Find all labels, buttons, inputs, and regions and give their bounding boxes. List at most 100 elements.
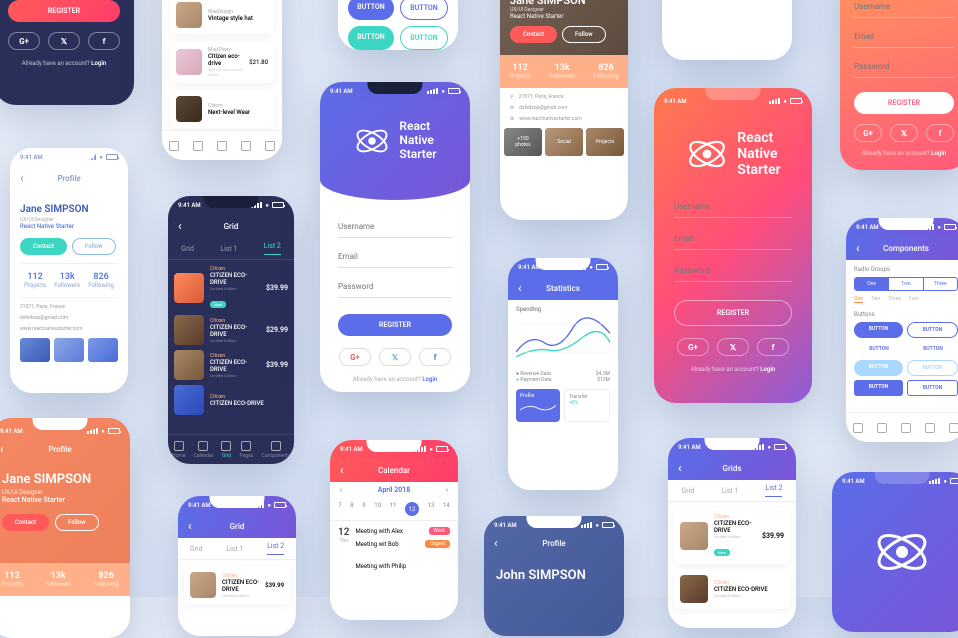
register-button[interactable]: REGISTER [674, 300, 792, 326]
button-teal-outline[interactable]: BUTTON [400, 26, 448, 50]
google-icon[interactable]: G+ [339, 348, 371, 366]
email-field[interactable] [338, 246, 452, 268]
profile-light-phone: 9:41 AM● Profile Jane SIMPSON UX/UI Desi… [10, 148, 128, 393]
email-field[interactable] [674, 228, 792, 250]
facebook-icon[interactable]: f [88, 32, 120, 50]
username-field[interactable] [674, 196, 792, 218]
follow-button[interactable]: Follow [55, 514, 99, 531]
register-gradient-phone: 9:41 AM● React Native Starter REGISTER G… [654, 88, 812, 403]
list-phone: WaeDesignVintage style hat Mad PerryCiti… [162, 0, 282, 160]
grid-item[interactable]: CitizenCITIZEN ECO-DRIVELimited Edition [674, 569, 790, 609]
password-field[interactable] [338, 276, 452, 298]
grid-tabs[interactable]: GridList 1List 2 [668, 480, 796, 502]
contact-button[interactable]: Contact [510, 26, 557, 43]
social-row: G+ 𝕏 f [854, 124, 954, 142]
radio-group-2[interactable]: OneTwoThreeFour [854, 296, 958, 303]
email-field[interactable] [854, 26, 954, 48]
register-button[interactable]: REGISTER [8, 0, 120, 22]
follow-button[interactable]: Follow [72, 238, 116, 255]
profile-name: Jane SIMPSON [2, 472, 118, 487]
login-prompt: Already have an account? Login [854, 150, 954, 157]
stat-tab[interactable]: Transfer+8% [564, 389, 610, 422]
logo-blue-phone: 9:41 AM● [832, 472, 958, 632]
username-field[interactable] [338, 216, 452, 238]
google-icon[interactable]: G+ [854, 124, 882, 142]
grid-item[interactable]: CitizenCITIZEN ECO-DRIVELimited EditionN… [674, 508, 790, 564]
facebook-icon[interactable]: f [757, 338, 789, 356]
event-item[interactable]: Meeting wit BobUrgent [355, 540, 450, 548]
twitter-icon[interactable]: 𝕏 [48, 32, 80, 50]
stats-row: 112Projects 13kFollowers 826Following [0, 563, 130, 596]
twitter-icon[interactable]: 𝕏 [717, 338, 749, 356]
chart-icon [516, 313, 610, 363]
google-icon[interactable]: G+ [677, 338, 709, 356]
components-header: Components [846, 236, 958, 260]
contact-button[interactable]: Contact [20, 238, 67, 255]
grid-item[interactable]: CitizenCITIZEN ECO-DRIVELimited Edition$… [174, 350, 288, 380]
login-prompt: Already have an account? Login [338, 376, 452, 383]
grid-tabs[interactable]: GridList 1List 2 [178, 538, 296, 560]
grids-header: Grids [668, 456, 796, 480]
button-teal[interactable]: BUTTON [348, 26, 394, 50]
calendar-phone: 9:41 AM● Calendar ‹April 2018› 7891011 1… [330, 440, 458, 620]
username-field[interactable] [854, 0, 954, 18]
grid-item[interactable]: CitizenCITIZEN ECO-DRIVELimited Edition$… [184, 566, 290, 604]
month-selector[interactable]: ‹April 2018› [330, 482, 458, 498]
stats-phone: 9:41 AM● Statistics Spending ● Revenue D… [508, 258, 618, 490]
twitter-icon[interactable]: 𝕏 [379, 348, 411, 366]
contact-button[interactable]: Contact [2, 514, 49, 531]
stat-tab[interactable]: Profile [516, 389, 560, 422]
gallery-row [20, 338, 118, 362]
facebook-icon[interactable]: f [419, 348, 451, 366]
register-button[interactable]: REGISTER [338, 314, 452, 336]
button-outline[interactable]: BUTTON [400, 0, 448, 20]
follow-button[interactable]: Follow [562, 26, 606, 43]
list-item[interactable]: Mad PerryCitizen eco-drive20% off larif … [170, 41, 274, 83]
grid-item[interactable]: CitizenCITIZEN ECO-DRIVELimited Edition$… [174, 315, 288, 345]
social-row: G+ 𝕏 f [338, 348, 452, 366]
social-row: G+ 𝕏 f [674, 338, 792, 356]
brand-logo [832, 522, 958, 582]
stats-header: Statistics [508, 276, 618, 300]
password-field[interactable] [854, 56, 954, 78]
facebook-icon[interactable]: f [926, 124, 954, 142]
grid-dark-phone: 9:41 AM● Grid GridList 1List 2 CitizenCI… [168, 196, 294, 464]
grid-tabs[interactable]: GridList 1List 2 [168, 238, 294, 260]
bottom-nav[interactable]: Home Calendar Grid Pages Components [168, 434, 294, 464]
event-item[interactable]: Meeting with AlexWork [355, 527, 450, 535]
location-text: 21571, Paris, France [20, 304, 118, 310]
buttons-card-top: BUTTONBUTTON BUTTONBUTTON [338, 0, 458, 50]
password-field[interactable] [674, 260, 792, 282]
grid-item[interactable]: CitizenCITIZEN ECO-DRIVELimited EditionN… [174, 266, 288, 310]
grid-header: Grid [178, 514, 296, 538]
profile-name: Jane SIMPSON [20, 204, 118, 215]
google-icon[interactable]: G+ [8, 32, 40, 50]
bottom-nav[interactable] [162, 130, 282, 160]
profile-avatar-phone: Jane SIMPSON UX/UI Designer React Native… [500, 0, 628, 220]
list-item[interactable]: CibornNext-level Wear [170, 90, 274, 128]
profile-blue-phone: 9:41 AM● Profile John SIMPSON [484, 516, 624, 636]
event-item[interactable]: Meeting with Philip [355, 553, 450, 572]
button-primary[interactable]: BUTTON [348, 0, 394, 20]
profile-header: Profile [10, 166, 128, 190]
profile-header: Profile [0, 440, 130, 458]
status-time: 9:41 AM [20, 154, 43, 161]
twitter-icon[interactable]: 𝕏 [890, 124, 918, 142]
profile-name: John SIMPSON [484, 552, 624, 583]
grids-light-phone: 9:41 AM● Grids GridList 1List 2 CitizenC… [668, 438, 796, 628]
profile-name: Jane SIMPSON [510, 0, 618, 7]
radio-group[interactable]: One Two Three [854, 277, 958, 291]
calendar-days[interactable]: 7891011 12 1314 [330, 498, 458, 520]
brand-logo: React Native Starter [654, 130, 812, 178]
website-text: www.reactnativestarter.com [20, 326, 118, 332]
brand-logo: React Native Starter [353, 120, 436, 161]
bottom-nav[interactable] [846, 412, 958, 442]
gallery-row[interactable]: +150 photos Social Projects [500, 128, 628, 156]
grid-header: Grid [168, 214, 294, 238]
register-white-phone: 9:41 AM● React Native Starter REGISTER G… [320, 82, 470, 392]
register-orange-phone: REGISTER G+ 𝕏 f Already have an account?… [840, 0, 958, 170]
list-item[interactable]: WaeDesignVintage style hat [170, 0, 274, 34]
grid-item[interactable]: CitizenCITIZEN ECO-DRIVE [174, 385, 288, 415]
register-button[interactable]: REGISTER [854, 92, 954, 114]
login-prompt: Already have an account? Login [674, 366, 792, 373]
